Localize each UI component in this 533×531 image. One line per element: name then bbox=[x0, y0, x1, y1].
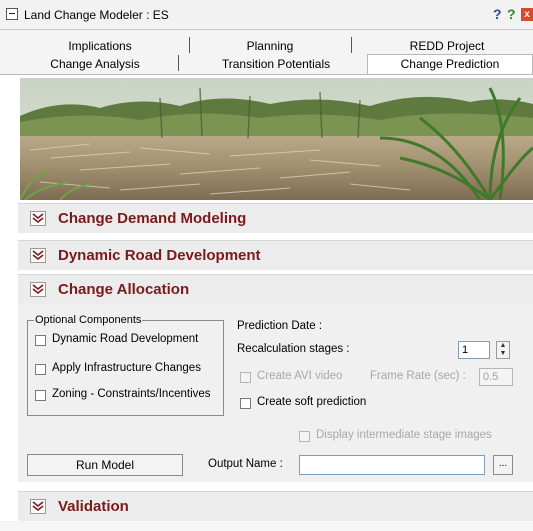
prediction-date-label: Prediction Date : bbox=[237, 320, 323, 332]
context-help-icon[interactable]: ? bbox=[507, 6, 516, 22]
tab-separator bbox=[189, 37, 190, 53]
display-intermediate-label: Display intermediate stage images bbox=[316, 429, 492, 441]
section-title: Change Allocation bbox=[58, 281, 190, 298]
dynamic-road-checkbox[interactable] bbox=[35, 335, 46, 346]
bottom-strip bbox=[0, 521, 533, 531]
frame-rate-input[interactable]: 0.5 bbox=[479, 368, 513, 386]
create-avi-checkbox[interactable] bbox=[240, 372, 251, 383]
section-title: Change Demand Modeling bbox=[58, 210, 247, 227]
zoning-checkbox[interactable] bbox=[35, 390, 46, 401]
infrastructure-checkbox[interactable] bbox=[35, 364, 46, 375]
optional-components-label: Optional Components bbox=[34, 314, 143, 326]
section-change-demand-modeling[interactable]: Change Demand Modeling bbox=[18, 203, 533, 233]
spin-down-icon[interactable]: ▼ bbox=[497, 350, 509, 358]
frame-rate-label: Frame Rate (sec) : bbox=[370, 370, 466, 382]
tab-change-analysis[interactable]: Change Analysis bbox=[20, 56, 170, 72]
landscape-banner-image bbox=[20, 78, 533, 200]
section-title: Dynamic Road Development bbox=[58, 247, 261, 264]
create-avi-label: Create AVI video bbox=[257, 370, 343, 382]
tab-separator bbox=[351, 37, 352, 53]
window-title: Land Change Modeler : ES bbox=[24, 8, 169, 22]
section-title: Validation bbox=[58, 498, 129, 515]
tab-redd-project[interactable]: REDD Project bbox=[372, 38, 522, 54]
tab-strip: Implications Planning REDD Project Chang… bbox=[0, 30, 533, 74]
recalculation-stages-label: Recalculation stages : bbox=[237, 343, 350, 355]
recalculation-stages-spinner[interactable]: ▲ ▼ bbox=[496, 341, 510, 359]
section-validation[interactable]: Validation bbox=[18, 491, 533, 521]
close-icon[interactable]: x bbox=[521, 8, 533, 21]
chevron-down-icon[interactable] bbox=[30, 211, 46, 226]
browse-button[interactable]: ... bbox=[493, 455, 513, 475]
run-model-button[interactable]: Run Model bbox=[27, 454, 183, 476]
soft-prediction-checkbox[interactable] bbox=[240, 398, 251, 409]
chevron-down-icon[interactable] bbox=[30, 248, 46, 263]
tab-transition-potentials[interactable]: Transition Potentials bbox=[196, 56, 356, 72]
zoning-label: Zoning - Constraints/Incentives bbox=[52, 388, 211, 400]
output-name-input[interactable] bbox=[299, 455, 485, 475]
tab-separator bbox=[178, 55, 179, 71]
output-name-label: Output Name : bbox=[208, 458, 283, 470]
display-intermediate-checkbox[interactable] bbox=[299, 431, 310, 442]
tab-implications[interactable]: Implications bbox=[30, 38, 170, 54]
section-dynamic-road-development[interactable]: Dynamic Road Development bbox=[18, 240, 533, 270]
soft-prediction-label: Create soft prediction bbox=[257, 396, 367, 408]
spin-up-icon[interactable]: ▲ bbox=[497, 342, 509, 350]
tab-underline bbox=[0, 74, 533, 75]
dynamic-road-label: Dynamic Road Development bbox=[52, 333, 199, 345]
section-change-allocation[interactable]: Change Allocation bbox=[18, 274, 533, 304]
tab-planning[interactable]: Planning bbox=[200, 38, 340, 54]
chevron-down-icon[interactable] bbox=[30, 282, 46, 297]
infrastructure-label: Apply Infrastructure Changes bbox=[52, 362, 201, 374]
change-allocation-panel: Optional Components Dynamic Road Develop… bbox=[18, 304, 533, 482]
chevron-down-icon[interactable] bbox=[30, 499, 46, 514]
title-bar: Land Change Modeler : ES ? ? x bbox=[0, 0, 533, 30]
window-menu-icon[interactable] bbox=[6, 8, 18, 20]
help-icon[interactable]: ? bbox=[493, 6, 502, 22]
recalculation-stages-input[interactable]: 1 bbox=[458, 341, 490, 359]
tab-change-prediction[interactable]: Change Prediction bbox=[367, 54, 533, 74]
